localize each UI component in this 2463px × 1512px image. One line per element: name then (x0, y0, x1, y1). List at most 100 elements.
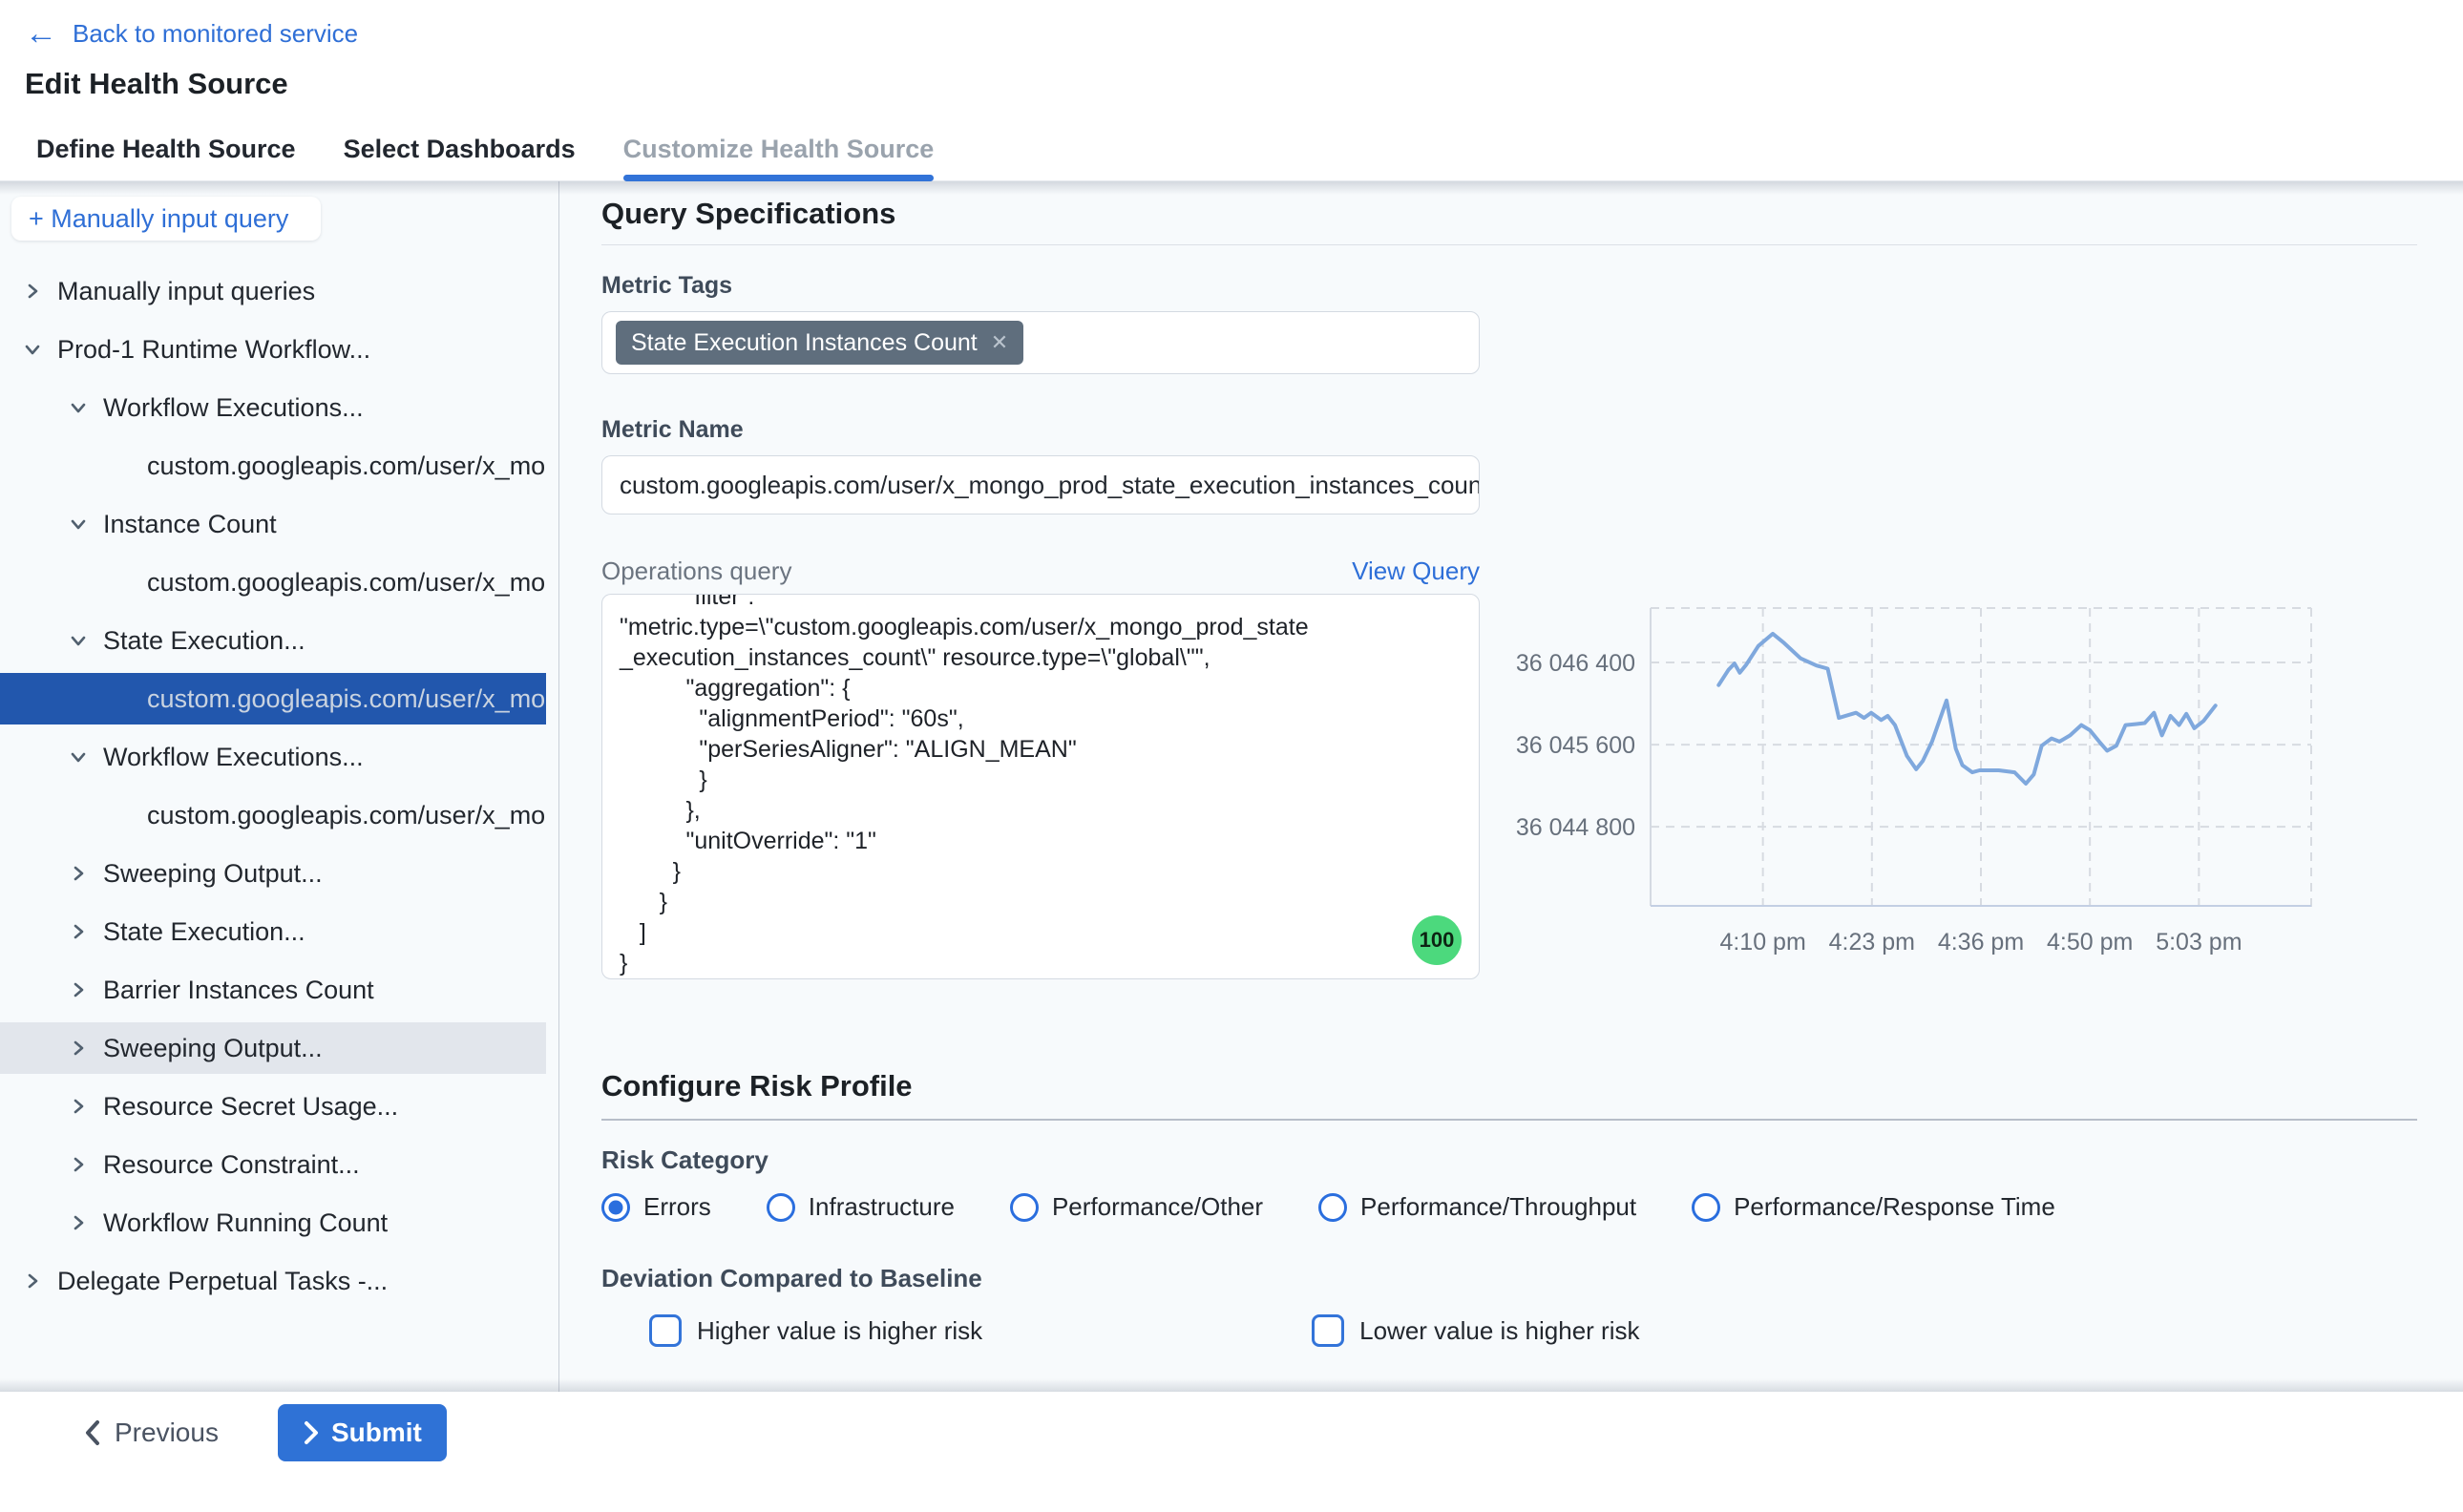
chevron-right-icon[interactable] (67, 1153, 90, 1176)
checkbox-label: Lower value is higher risk (1359, 1316, 1639, 1346)
tree-row[interactable]: State Execution... (0, 615, 546, 666)
tree-label: Instance Count (0, 510, 277, 539)
tag-chip-label: State Execution Instances Count (631, 329, 978, 357)
chevron-right-icon (67, 1095, 90, 1118)
previous-button[interactable]: Previous (82, 1418, 219, 1448)
radio-control[interactable] (1318, 1193, 1347, 1222)
chevron-right-icon[interactable] (67, 862, 90, 885)
tree-row[interactable]: custom.googleapis.com/user/x_mongo_prod (0, 556, 546, 608)
tree-row[interactable]: Barrier Instances Count (0, 964, 546, 1016)
tree-row[interactable]: Workflow Executions... (0, 382, 546, 433)
radio-option-performance-throughput[interactable]: Performance/Throughput (1318, 1192, 1636, 1222)
radio-option-errors[interactable]: Errors (601, 1192, 711, 1222)
footer-bar: Previous Submit (0, 1392, 2463, 1474)
chevron-right-icon (67, 920, 90, 943)
svg-text:36 044 800: 36 044 800 (1516, 814, 1635, 841)
tree-row[interactable]: Sweeping Output... (0, 848, 546, 899)
submit-button[interactable]: Submit (278, 1404, 447, 1461)
tree-row[interactable]: Delegate Perpetual Tasks -... (0, 1255, 546, 1307)
tree-row[interactable]: Sweeping Output... (0, 1022, 546, 1074)
tab-customize-health-source[interactable]: Customize Health Source (623, 118, 935, 180)
chevron-right-icon (21, 280, 44, 303)
tree-row[interactable]: Resource Secret Usage... (0, 1081, 546, 1132)
chevron-right-icon (67, 862, 90, 885)
chevron-right-icon[interactable] (67, 920, 90, 943)
tree-row[interactable]: Resource Constraint... (0, 1139, 546, 1190)
back-link[interactable]: Back to monitored service (73, 19, 358, 49)
active-tab-underline (623, 175, 935, 181)
view-query-link[interactable]: View Query (1352, 556, 1480, 586)
operations-query-label: Operations query (601, 556, 791, 586)
chip-close-icon[interactable]: ✕ (991, 330, 1008, 355)
chevron-right-icon[interactable] (21, 1270, 44, 1292)
chevron-right-icon[interactable] (21, 280, 44, 303)
query-spec-heading: Query Specifications (601, 197, 1480, 231)
radio-option-performance-response-time[interactable]: Performance/Response Time (1692, 1192, 2055, 1222)
checkbox-option-higher-value-is-higher-risk[interactable]: Higher value is higher risk (649, 1314, 982, 1347)
tree-label: Workflow Running Count (0, 1208, 388, 1238)
tab-label: Select Dashboards (344, 135, 576, 164)
checkbox-label: Higher value is higher risk (697, 1316, 982, 1346)
tree-row[interactable]: Workflow Running Count (0, 1197, 546, 1249)
deviation-label: Deviation Compared to Baseline (601, 1264, 1480, 1293)
content-area: + Manually input query Manually input qu… (0, 181, 2463, 1392)
tab-label: Customize Health Source (623, 135, 935, 164)
operations-query-editor[interactable]: "filter": "metric.type=\"custom.googleap… (601, 594, 1480, 979)
risk-category-radio-group: Errors Infrastructure Performance/Other Per… (601, 1192, 2463, 1222)
chevron-down-icon[interactable] (67, 746, 90, 768)
radio-option-performance-other[interactable]: Performance/Other (1010, 1192, 1263, 1222)
chevron-right-icon[interactable] (67, 1211, 90, 1234)
deviation-checkbox-group: Higher value is higher risk Lower value i… (649, 1314, 2463, 1347)
tree-row[interactable]: Prod-1 Runtime Workflow... (0, 324, 546, 375)
svg-text:4:23 pm: 4:23 pm (1829, 929, 1915, 956)
query-tree: Manually input queries Prod-1 Runtime Wor… (0, 265, 558, 1307)
chevron-right-icon[interactable] (67, 1095, 90, 1118)
divider (601, 1119, 2417, 1121)
svg-text:5:03 pm: 5:03 pm (2156, 929, 2242, 956)
tree-row[interactable]: State Execution... (0, 906, 546, 957)
chevron-down-icon (67, 396, 90, 419)
tree-row[interactable]: custom.googleapis.com/user/x_mongo_prod (0, 789, 546, 841)
chevron-right-icon (67, 1037, 90, 1060)
radio-option-infrastructure[interactable]: Infrastructure (767, 1192, 955, 1222)
chevron-down-icon[interactable] (67, 513, 90, 536)
checkbox-option-lower-value-is-higher-risk[interactable]: Lower value is higher risk (1312, 1314, 1639, 1347)
tree-row[interactable]: Manually input queries (0, 265, 546, 317)
chevron-down-icon[interactable] (21, 338, 44, 361)
tab-define-health-source[interactable]: Define Health Source (36, 118, 296, 180)
risk-category-label: Risk Category (601, 1145, 1480, 1175)
submit-label: Submit (331, 1418, 422, 1448)
chevron-down-icon[interactable] (67, 396, 90, 419)
metric-chart-wrap: 36 046 40036 045 60036 044 8004:10 pm4:2… (1489, 573, 2348, 974)
tree-label: Resource Constraint... (0, 1150, 360, 1180)
radio-control[interactable] (1692, 1193, 1720, 1222)
metric-name-label: Metric Name (601, 416, 1480, 444)
metric-tags-input[interactable]: State Execution Instances Count ✕ (601, 311, 1480, 374)
radio-control[interactable] (767, 1193, 795, 1222)
radio-control[interactable] (601, 1193, 630, 1222)
metric-chart: 36 046 40036 045 60036 044 8004:10 pm4:2… (1489, 573, 2348, 974)
svg-text:4:10 pm: 4:10 pm (1719, 929, 1805, 956)
checkbox-control[interactable] (1312, 1314, 1344, 1347)
radio-label: Infrastructure (809, 1192, 955, 1222)
chevron-right-icon[interactable] (67, 978, 90, 1001)
back-arrow-icon[interactable]: ← (25, 17, 57, 50)
chevron-down-icon (67, 629, 90, 652)
tree-row[interactable]: Workflow Executions... (0, 731, 546, 783)
tab-select-dashboards[interactable]: Select Dashboards (344, 118, 576, 180)
chevron-right-icon (303, 1420, 320, 1445)
metric-name-input[interactable]: custom.googleapis.com/user/x_mongo_prod_… (601, 455, 1480, 514)
tree-label: Delegate Perpetual Tasks -... (0, 1267, 388, 1296)
radio-control[interactable] (1010, 1193, 1039, 1222)
checkbox-control[interactable] (649, 1314, 682, 1347)
tree-label: Workflow Executions... (0, 743, 364, 772)
add-query-button[interactable]: + Manually input query (11, 197, 321, 241)
chevron-down-icon[interactable] (67, 629, 90, 652)
radio-label: Performance/Throughput (1360, 1192, 1636, 1222)
tree-label: Prod-1 Runtime Workflow... (0, 335, 370, 365)
tree-label: custom.googleapis.com/user/x_mongo_prod (0, 568, 546, 598)
chevron-right-icon[interactable] (67, 1037, 90, 1060)
tree-row[interactable]: Instance Count (0, 498, 546, 550)
tree-row[interactable]: custom.googleapis.com/user/x_mongo_prod (0, 440, 546, 492)
tree-row[interactable]: custom.googleapis.com/user/x_mongo_prod (0, 673, 546, 724)
